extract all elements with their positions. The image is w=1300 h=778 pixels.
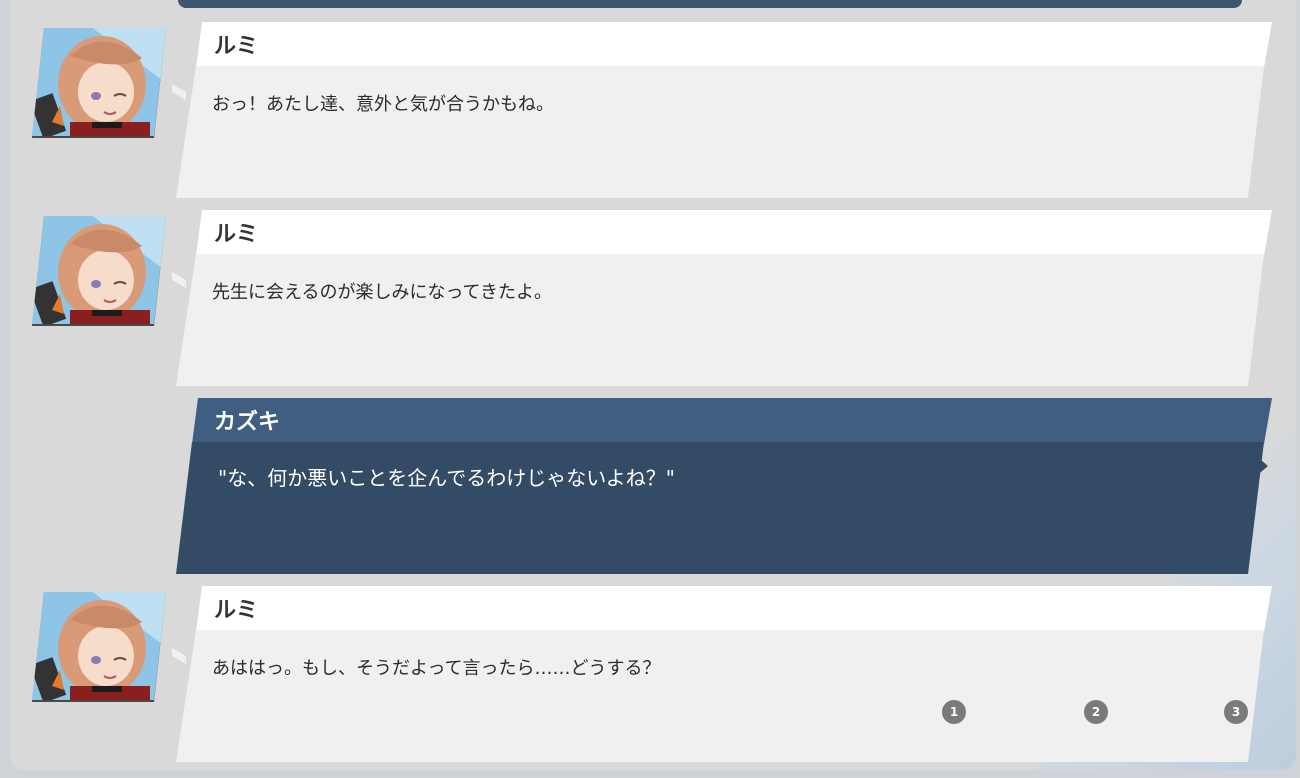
speaker-name: ルミ	[214, 34, 259, 59]
speaker-name: カズキ	[214, 410, 281, 435]
message-text: おっ！あたし達、意外と気が合うかもね。	[212, 94, 554, 115]
choice-1-button[interactable]: 1	[942, 700, 966, 724]
avatar-icon	[30, 590, 166, 704]
speaker-name: ルミ	[214, 222, 259, 247]
previous-message-edge	[178, 0, 1242, 8]
avatar-icon	[30, 214, 166, 328]
chat-log-panel: ルミ おっ！あたし達、意外と気が合うかもね。 ルミ 先生に会えるのが楽しみになっ…	[10, 0, 1296, 770]
message-bubble: ルミ 先生に会えるのが楽しみになってきたよ。	[166, 210, 1274, 386]
message-3: カズキ "な、何か悪いことを企んでるわけじゃないよね？"	[10, 398, 1296, 578]
message-bubble: ルミ あははっ。もし、そうだよって言ったら……どうする？ 1 2 3	[166, 586, 1274, 762]
message-bubble: ルミ おっ！あたし達、意外と気が合うかもね。	[166, 22, 1274, 198]
message-1: ルミ おっ！あたし達、意外と気が合うかもね。	[10, 22, 1296, 202]
message-2: ルミ 先生に会えるのが楽しみになってきたよ。	[10, 210, 1296, 390]
message-4: ルミ あははっ。もし、そうだよって言ったら……どうする？ 1 2 3	[10, 586, 1296, 766]
message-text: あははっ。もし、そうだよって言ったら……どうする？	[212, 658, 661, 679]
avatar-icon	[30, 26, 166, 140]
choice-2-button[interactable]: 2	[1084, 700, 1108, 724]
message-text: "な、何か悪いことを企んでるわけじゃないよね？"	[218, 466, 675, 490]
player-message-bubble: カズキ "な、何か悪いことを企んでるわけじゃないよね？"	[166, 398, 1274, 574]
message-text: 先生に会えるのが楽しみになってきたよ。	[212, 282, 553, 303]
speaker-name: ルミ	[214, 598, 259, 623]
choice-3-button[interactable]: 3	[1224, 700, 1248, 724]
